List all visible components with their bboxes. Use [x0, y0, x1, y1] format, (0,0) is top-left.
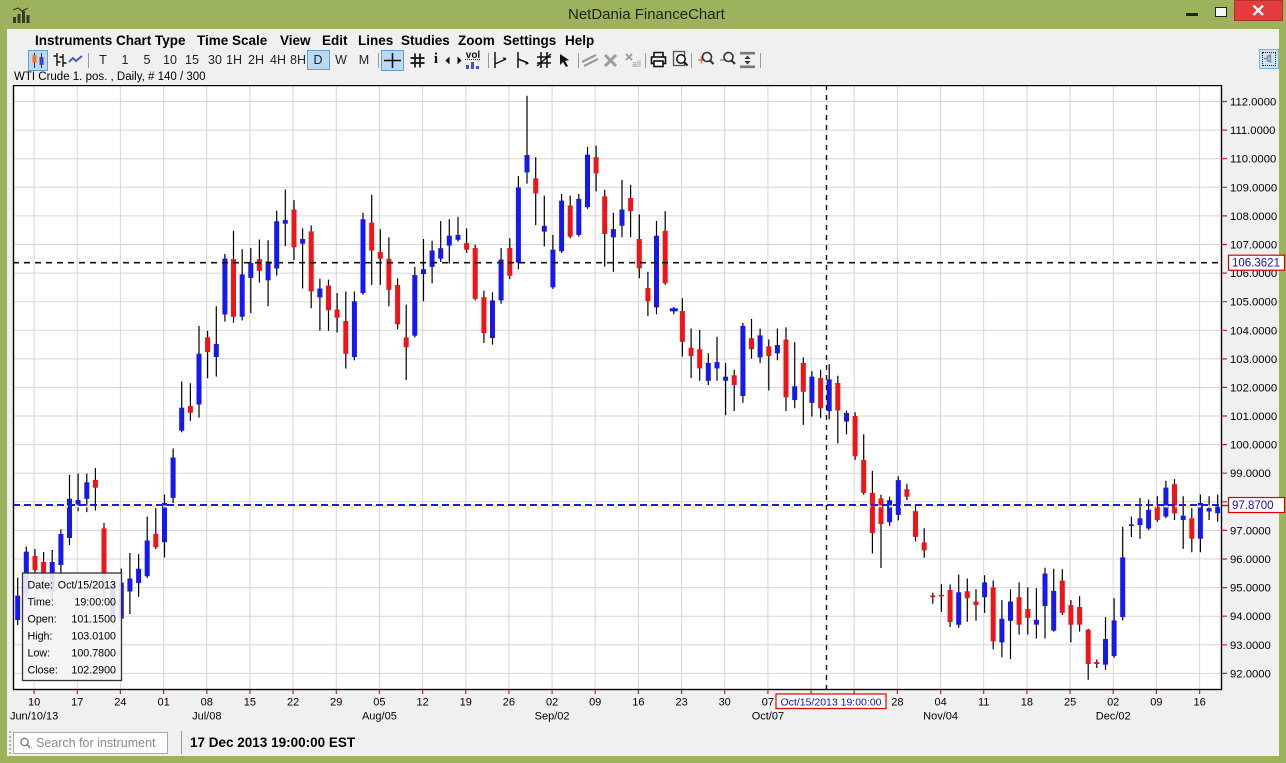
svg-text:106.3621: 106.3621: [1232, 258, 1280, 270]
svg-text:104.0000: 104.0000: [1230, 325, 1277, 337]
svg-text:Jun/10/13: Jun/10/13: [10, 711, 58, 723]
svg-text:17: 17: [71, 697, 83, 709]
svg-text:102.2900: 102.2900: [71, 665, 116, 677]
svg-text:Close:: Close:: [28, 665, 58, 677]
svg-text:18: 18: [1021, 697, 1033, 709]
svg-text:09: 09: [1150, 697, 1162, 709]
svg-text:19: 19: [460, 697, 472, 709]
svg-text:105.0000: 105.0000: [1230, 297, 1277, 309]
svg-text:05: 05: [373, 697, 385, 709]
svg-text:Sep/02: Sep/02: [535, 711, 570, 723]
svg-text:Time:: Time:: [28, 597, 54, 609]
svg-text:Low:: Low:: [28, 648, 51, 660]
svg-text:08: 08: [201, 697, 213, 709]
svg-text:Oct/15/2013 19:00:00: Oct/15/2013 19:00:00: [781, 697, 882, 709]
svg-text:12: 12: [416, 697, 428, 709]
svg-text:93.0000: 93.0000: [1230, 640, 1271, 652]
svg-text:Nov/04: Nov/04: [923, 711, 958, 723]
svg-text:02: 02: [1107, 697, 1119, 709]
svg-text:24: 24: [114, 697, 126, 709]
svg-text:02: 02: [546, 697, 558, 709]
svg-text:96.0000: 96.0000: [1230, 554, 1271, 566]
svg-text:Dec/02: Dec/02: [1096, 711, 1131, 723]
svg-text:28: 28: [891, 697, 903, 709]
svg-text:112.0000: 112.0000: [1230, 97, 1276, 109]
svg-text:22: 22: [287, 697, 299, 709]
svg-text:95.0000: 95.0000: [1230, 583, 1271, 595]
svg-text:102.0000: 102.0000: [1230, 382, 1277, 394]
svg-text:101.0000: 101.0000: [1230, 411, 1277, 423]
svg-text:Oct/07: Oct/07: [752, 711, 784, 723]
svg-text:101.1500: 101.1500: [71, 614, 116, 626]
svg-text:High:: High:: [28, 631, 53, 643]
svg-text:Aug/05: Aug/05: [362, 711, 397, 723]
svg-text:Jul/08: Jul/08: [192, 711, 221, 723]
svg-text:97.8700: 97.8700: [1232, 500, 1274, 512]
svg-text:16: 16: [632, 697, 644, 709]
svg-text:110.0000: 110.0000: [1230, 154, 1276, 166]
svg-text:92.0000: 92.0000: [1230, 668, 1271, 680]
svg-text:99.0000: 99.0000: [1230, 468, 1271, 480]
svg-text:25: 25: [1064, 697, 1076, 709]
svg-text:108.0000: 108.0000: [1230, 211, 1277, 223]
svg-text:29: 29: [330, 697, 342, 709]
svg-text:Open:: Open:: [28, 614, 57, 626]
svg-text:103.0000: 103.0000: [1230, 354, 1277, 366]
svg-text:23: 23: [675, 697, 687, 709]
svg-text:109.0000: 109.0000: [1230, 182, 1277, 194]
svg-text:11: 11: [978, 697, 989, 709]
svg-text:07: 07: [762, 697, 774, 709]
svg-text:Date:: Date:: [28, 580, 54, 592]
svg-text:Oct/15/2013: Oct/15/2013: [58, 580, 116, 592]
svg-text:103.0100: 103.0100: [71, 631, 116, 643]
svg-text:19:00:00: 19:00:00: [74, 597, 116, 609]
svg-text:94.0000: 94.0000: [1230, 611, 1271, 623]
svg-text:30: 30: [719, 697, 731, 709]
svg-text:97.0000: 97.0000: [1230, 525, 1271, 537]
svg-text:100.7800: 100.7800: [71, 648, 116, 660]
svg-text:107.0000: 107.0000: [1230, 240, 1277, 252]
svg-text:10: 10: [28, 697, 40, 709]
svg-text:all: all: [632, 59, 641, 69]
svg-text:04: 04: [934, 697, 946, 709]
svg-text:111.0000: 111.0000: [1230, 125, 1275, 137]
svg-text:09: 09: [589, 697, 601, 709]
svg-text:15: 15: [244, 697, 256, 709]
svg-text:26: 26: [503, 697, 515, 709]
svg-text:100.0000: 100.0000: [1230, 440, 1277, 452]
svg-text:16: 16: [1193, 697, 1205, 709]
svg-text:01: 01: [157, 697, 169, 709]
